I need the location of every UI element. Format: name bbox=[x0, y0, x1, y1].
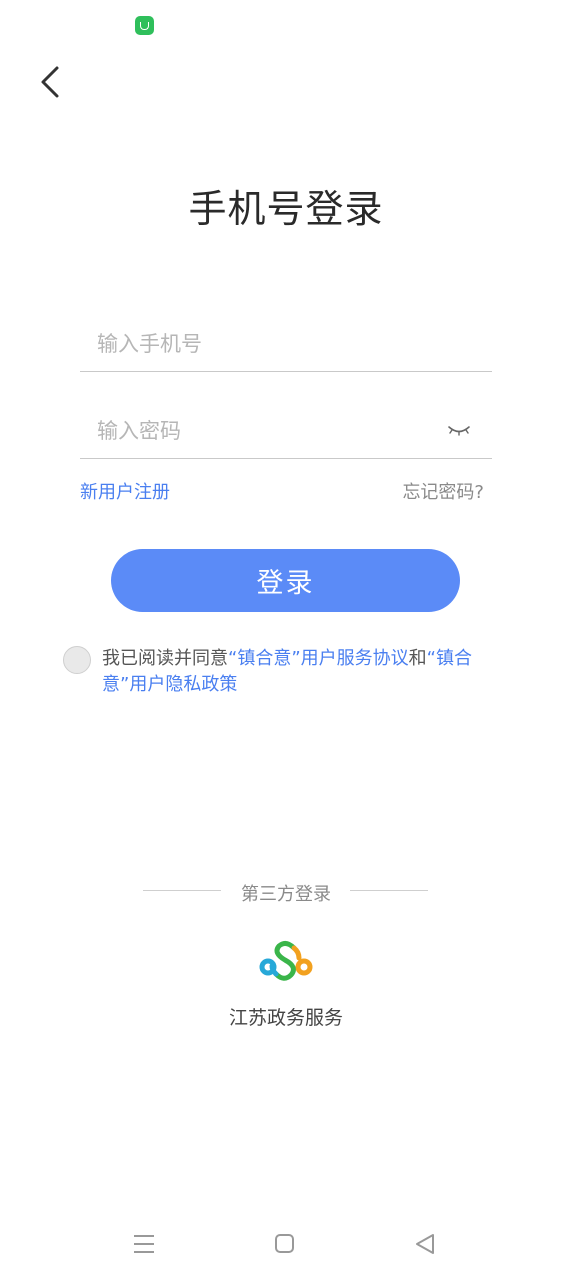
login-button[interactable]: 登录 bbox=[111, 549, 460, 612]
password-field-row bbox=[80, 402, 492, 459]
user-agreement-link[interactable]: “镇合意”用户服务协议 bbox=[228, 648, 409, 669]
page-title: 手机号登录 bbox=[188, 187, 384, 231]
home-square-icon[interactable] bbox=[275, 1234, 294, 1253]
triangle-back-icon[interactable] bbox=[415, 1233, 435, 1255]
jiangsu-gov-service-icon[interactable] bbox=[258, 938, 314, 984]
eye-closed-icon[interactable] bbox=[446, 420, 472, 440]
chevron-left-icon bbox=[41, 66, 59, 98]
agreement-text: 我已阅读并同意“镇合意”用户服务协议和“镇合意”用户隐私政策 bbox=[102, 646, 492, 698]
agreement-prefix: 我已阅读并同意 bbox=[102, 648, 228, 669]
status-app-icon bbox=[135, 16, 154, 35]
divider-right bbox=[350, 890, 428, 891]
phone-field-row bbox=[80, 315, 492, 372]
agreement-checkbox[interactable] bbox=[63, 646, 91, 674]
forgot-password-link[interactable]: 忘记密码? bbox=[402, 478, 484, 504]
password-input[interactable] bbox=[95, 408, 429, 454]
back-button[interactable] bbox=[30, 62, 70, 102]
third-party-heading: 第三方登录 bbox=[241, 884, 331, 905]
menu-icon[interactable] bbox=[133, 1234, 155, 1254]
phone-input[interactable] bbox=[95, 321, 429, 367]
jiangsu-gov-service-label: 江苏政务服务 bbox=[228, 1007, 343, 1029]
agreement-conjunction: 和 bbox=[408, 648, 427, 669]
register-link[interactable]: 新用户注册 bbox=[80, 478, 170, 504]
